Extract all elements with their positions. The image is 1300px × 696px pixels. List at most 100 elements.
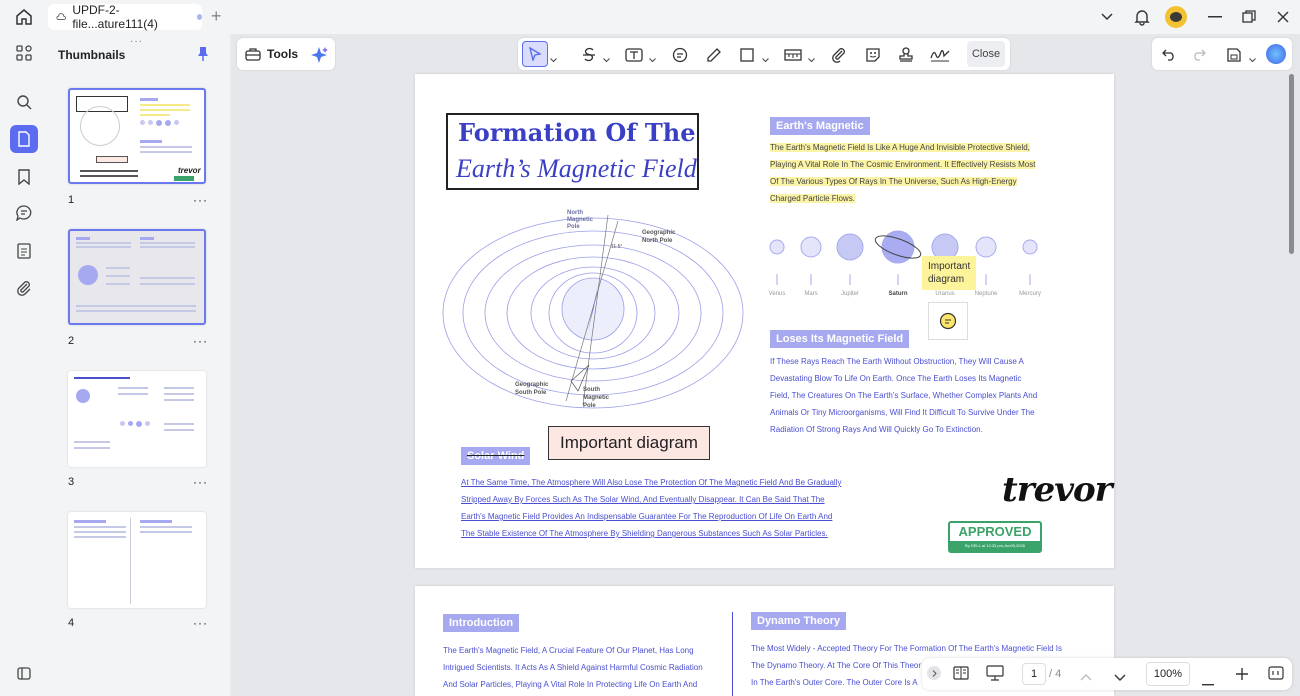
collapse-arrow-icon[interactable] — [927, 666, 941, 680]
introduction-paragraph: The Earth's Magnetic Field, A Crucial Fe… — [443, 642, 713, 693]
zoom-in-icon[interactable] — [1236, 667, 1248, 685]
pencil-icon[interactable] — [701, 44, 727, 66]
solar-wind-paragraph: At The Same Time, The Atmosphere Will Al… — [461, 474, 861, 542]
section-label-solar-wind: Solar Wind — [461, 447, 531, 465]
cursor-icon — [529, 47, 541, 61]
north-magnetic-pole-label: North Magnetic Pole — [567, 210, 594, 230]
thumbnail-page-3[interactable] — [68, 371, 206, 467]
angle-label: 11.5° — [611, 244, 623, 250]
planet-label: Mars — [804, 291, 818, 297]
toolbox-icon — [245, 48, 261, 61]
pages-icon[interactable] — [10, 125, 38, 153]
zoom-out-icon[interactable] — [1202, 673, 1214, 691]
approved-stamp[interactable]: APPROVED By DELL at 12:33 pm,Jun05,2026 — [948, 521, 1042, 553]
more-icon[interactable]: ··· — [193, 616, 208, 630]
chevron-down-icon[interactable] — [762, 50, 769, 68]
rectangle-icon[interactable] — [734, 44, 760, 66]
page-number-input[interactable]: 1 — [1022, 663, 1046, 685]
earths-magnetic-paragraph: The Earth's Magnetic Field Is Like A Hug… — [770, 139, 1050, 207]
chevron-down-icon[interactable] — [808, 50, 815, 68]
section-label-loses-field: Loses Its Magnetic Field — [770, 330, 910, 348]
comment-icon[interactable] — [10, 199, 38, 227]
fit-page-icon[interactable] — [1268, 666, 1284, 685]
search-icon[interactable] — [10, 88, 38, 116]
reading-mode-icon[interactable] — [953, 666, 969, 685]
previous-page-icon[interactable] — [1080, 668, 1092, 686]
close-toolbar-button[interactable]: Close — [967, 41, 1005, 67]
page-title: Formation Of The — [458, 118, 696, 147]
comment-tool-icon[interactable] — [667, 44, 693, 66]
ai-sparkle-icon[interactable] — [309, 45, 329, 70]
bell-icon[interactable] — [1132, 7, 1152, 27]
planet-label: Jupiter — [840, 291, 859, 297]
thumbnail-page-2[interactable] — [68, 229, 206, 325]
redo-icon[interactable] — [1186, 44, 1212, 66]
strikethrough-icon[interactable] — [576, 44, 602, 66]
sticker-icon[interactable] — [860, 44, 886, 66]
column-divider — [732, 612, 733, 696]
document-tab[interactable]: UPDF-2-file...ature111(4) — [48, 3, 202, 31]
paragraph-line: Playing A Vital Role In The Cosmic Envir… — [770, 160, 1036, 169]
cloud-icon — [56, 13, 66, 21]
presentation-icon[interactable] — [986, 665, 1004, 686]
next-page-icon[interactable] — [1114, 669, 1126, 687]
more-icon[interactable]: ··· — [193, 475, 208, 489]
thumbnail-label-3: 3 — [68, 476, 75, 488]
save-icon[interactable] — [1221, 44, 1247, 66]
bookmark-icon[interactable] — [10, 163, 38, 191]
avatar[interactable] — [1165, 6, 1187, 28]
paragraph-line: Animals Or Tiny Microorganisms, Will Fin… — [770, 408, 1035, 417]
paragraph-line: Intrigued Scientists. It Acts As A Shiel… — [443, 663, 703, 672]
close-window-icon[interactable] — [1274, 8, 1292, 26]
chevron-down-icon[interactable] — [1098, 8, 1116, 26]
more-icon[interactable]: ··· — [193, 334, 208, 348]
chevron-down-icon[interactable] — [649, 50, 656, 68]
paragraph-line: Field, The Creatures On The Earth's Surf… — [770, 391, 1038, 400]
thumbnail-page-1[interactable]: trevor — [68, 88, 206, 184]
paragraph-line: Radiation Of Strong Rays And Will Quickl… — [770, 425, 983, 434]
measure-icon[interactable] — [780, 44, 806, 66]
paragraph-line: And Solar Particles, Playing A Vital Rol… — [443, 680, 698, 689]
panel-drag-handle[interactable]: ··· — [130, 36, 143, 47]
sticky-note-popup[interactable]: Important diagram — [922, 256, 976, 290]
stamp-icon[interactable] — [893, 44, 919, 66]
grid-icon[interactable] — [10, 39, 38, 67]
attachment-icon[interactable] — [10, 274, 38, 302]
paragraph-line: Devastating Blow To Life On Earth. Once … — [770, 374, 1022, 383]
more-icon[interactable]: ··· — [193, 193, 208, 207]
signature-icon[interactable] — [927, 44, 953, 66]
chevron-down-icon[interactable] — [550, 50, 557, 68]
textbox-icon[interactable] — [621, 44, 647, 66]
chevron-down-icon[interactable] — [603, 50, 610, 68]
undo-icon[interactable] — [1156, 44, 1182, 66]
paragraph-line: The Stable Existence Of The Atmosphere B… — [461, 529, 828, 538]
document-icon[interactable] — [10, 237, 38, 265]
new-tab-button[interactable]: + — [211, 6, 222, 27]
ai-assistant-icon[interactable] — [1266, 44, 1286, 64]
sticky-note-icon[interactable] — [928, 302, 968, 340]
section-label-dynamo: Dynamo Theory — [751, 612, 847, 630]
stamp-text: APPROVED — [958, 524, 1032, 539]
paragraph-line: Charged Particle Flows. — [770, 194, 855, 203]
planet-label: Uranus — [935, 291, 955, 297]
thumbnail-page-4[interactable] — [68, 512, 206, 608]
geographic-south-label: Geographic South Pole — [515, 382, 549, 396]
chevron-down-icon[interactable] — [1249, 50, 1256, 68]
pin-icon[interactable] — [197, 46, 209, 67]
restore-icon[interactable] — [1240, 8, 1258, 26]
minimize-icon[interactable] — [1206, 8, 1224, 26]
layers-icon[interactable] — [10, 659, 38, 687]
south-magnetic-pole-label: South Magnetic Pole — [583, 387, 610, 409]
callout-box[interactable]: Important diagram — [548, 426, 710, 460]
tools-button[interactable]: Tools — [245, 44, 298, 64]
home-icon[interactable] — [13, 7, 35, 27]
paragraph-line: The Most Widely - Accepted Theory For Th… — [751, 644, 1062, 653]
vertical-scrollbar[interactable] — [1289, 74, 1294, 254]
select-tool-button[interactable] — [522, 41, 548, 67]
loses-field-paragraph: If These Rays Reach The Earth Without Ob… — [770, 353, 1050, 438]
planet-label: Saturn — [888, 291, 908, 297]
zoom-level-input[interactable]: 100% — [1146, 662, 1190, 686]
tools-label: Tools — [267, 47, 299, 61]
attach-file-icon[interactable] — [826, 44, 852, 66]
signature[interactable]: trevor — [1002, 470, 1113, 510]
